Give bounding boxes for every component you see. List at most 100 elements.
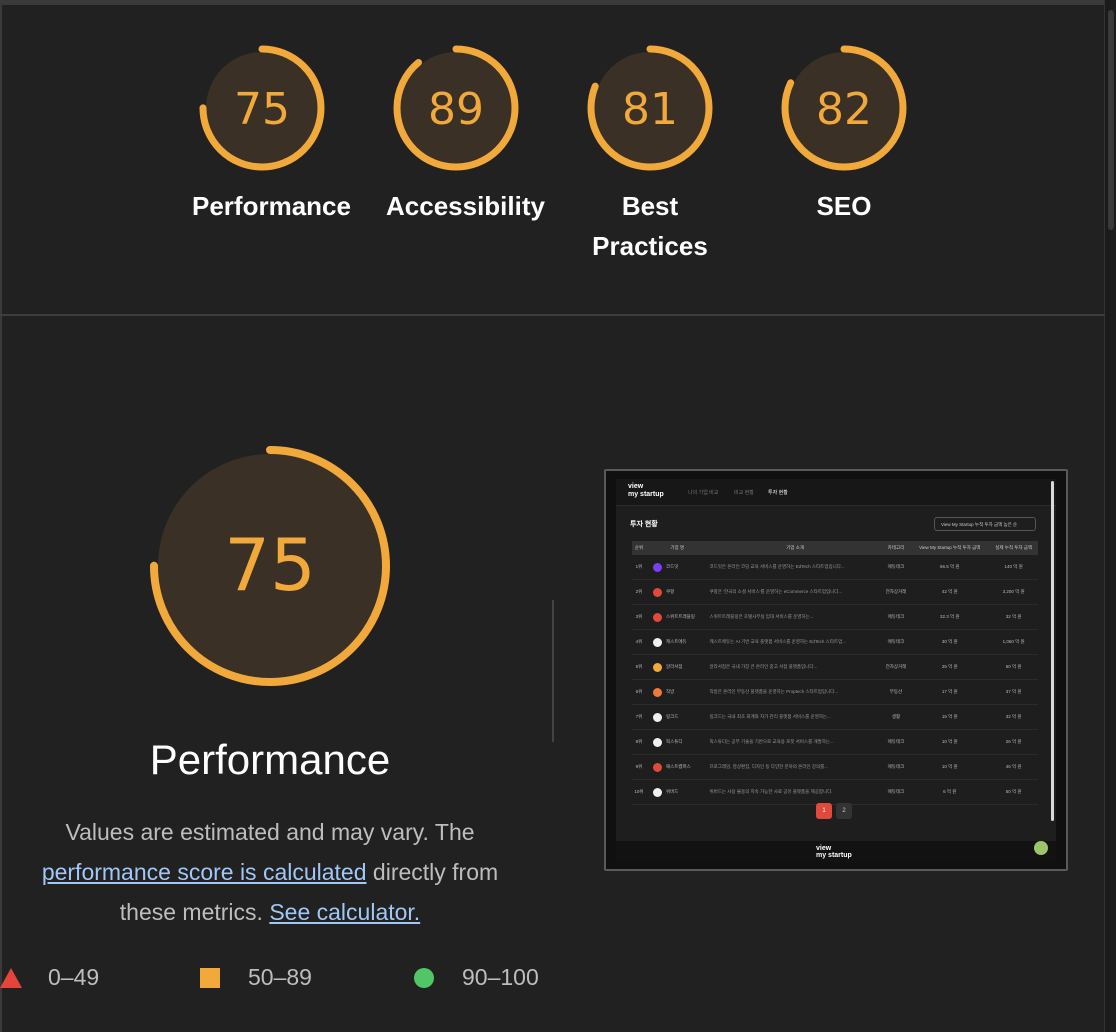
screenshot-nav-item: 투자 현황 xyxy=(768,490,788,496)
legend-fail: 0–49 xyxy=(0,964,99,991)
cell-desc: 링크드는 국내 최초 회계와 자가 관리 플랫폼 서비스를 운영하는... xyxy=(708,704,882,730)
screenshot-footer-logo: view my startup xyxy=(816,845,852,859)
company-name: 알라서점 xyxy=(665,664,683,669)
cell-category: 전자상거래 xyxy=(881,654,911,680)
gauge-performance[interactable]: 75 Performance xyxy=(192,42,351,226)
cell-rank: 3위 xyxy=(632,604,646,630)
table-row: 4위 캐스트에듀 캐스트에듀는 AI 기반 교육 플랫폼 서비스를 운영하는 EdT… xyxy=(632,629,1038,655)
cell-real-investment: 26 억 원 xyxy=(989,729,1038,755)
left-border xyxy=(0,0,2,1032)
company-logo-icon xyxy=(652,587,662,597)
gauge-label: SEO xyxy=(816,191,872,221)
table-row: 6위 직방 직방은 온라인 부동산 플랫폼을 운영하는 Proptech 스타트업입… xyxy=(632,679,1038,705)
screenshot-page-title: 투자 현황 xyxy=(630,521,658,528)
legend-pass: 90–100 xyxy=(414,964,539,991)
company-name: 코드잇 xyxy=(665,564,679,569)
cell-name: 픽스튜디 xyxy=(645,729,709,755)
cell-real-investment: 140 억 원 xyxy=(989,555,1038,580)
cell-category: 에듀테크 xyxy=(881,779,911,805)
cell-name: 코드잇 xyxy=(645,555,709,580)
gauge-label: Performance xyxy=(192,191,351,221)
table-row: 7위 링크드 링크드는 국내 최초 회계와 자가 관리 플랫폼 서비스를 운영하는.… xyxy=(632,704,1038,730)
legend-pass-label: 90–100 xyxy=(462,964,539,990)
cell-desc: 알라서점은 국내 가장 큰 온라인 중고 서점 플랫폼입니다... xyxy=(708,654,882,680)
company-name: 직방 xyxy=(665,689,675,694)
screenshot-pagination: 1 2 xyxy=(816,803,852,819)
cell-rank: 6위 xyxy=(632,679,646,705)
gauge-score: 82 xyxy=(816,84,872,135)
scrollbar-thumb[interactable] xyxy=(1108,10,1114,230)
page-button: 1 xyxy=(816,803,832,819)
company-name: 스위트트래블링 xyxy=(665,614,695,619)
gauge-ring: 82 xyxy=(781,45,907,171)
cell-desc: 스위트트래블링은 호텔사무실 임대 서비스를 운영하는... xyxy=(708,604,882,630)
gauge-score: 81 xyxy=(622,84,678,135)
cell-real-investment: 46 억 원 xyxy=(989,754,1038,780)
cell-rank: 4위 xyxy=(632,629,646,655)
company-name: 픽스튜디 xyxy=(665,739,683,744)
cell-rank: 8위 xyxy=(632,729,646,755)
gauge-score: 75 xyxy=(234,84,290,135)
company-logo-icon xyxy=(652,637,662,647)
see-calculator-link[interactable]: See calculator. xyxy=(269,899,420,925)
cell-real-investment: 1,060 억 원 xyxy=(989,629,1038,655)
performance-description: Values are estimated and may vary. The p… xyxy=(20,812,520,932)
gauge-label: Accessibility xyxy=(386,191,545,221)
gauge-seo[interactable]: 82 SEO xyxy=(774,42,914,226)
cell-name: 알라서점 xyxy=(645,654,709,680)
legend-fail-label: 0–49 xyxy=(48,964,100,990)
cell-category: 에듀테크 xyxy=(881,754,911,780)
screenshot-nav-item: 비교 현황 xyxy=(734,490,754,496)
screenshot-avatar xyxy=(1034,841,1048,855)
logo-line: my startup xyxy=(628,491,664,498)
company-name: 위버드 xyxy=(665,789,679,794)
scrollbar[interactable] xyxy=(1104,0,1116,1032)
cell-vms-investment: 6 억 원 xyxy=(910,779,990,805)
cell-vms-investment: 10 억 원 xyxy=(910,729,990,755)
cell-vms-investment: 15 억 원 xyxy=(910,704,990,730)
screenshot-footer: view my startup xyxy=(616,841,1056,863)
triangle-icon xyxy=(0,967,22,988)
gauge-accessibility[interactable]: 89 Accessibility xyxy=(386,42,545,226)
page-button: 2 xyxy=(836,803,852,819)
cell-name: 직방 xyxy=(645,679,709,705)
cell-vms-investment: 25 억 원 xyxy=(910,654,990,680)
gauge-ring: 89 xyxy=(393,45,519,171)
cell-rank: 10위 xyxy=(632,779,646,805)
cell-category: 전자상거래 xyxy=(881,579,911,605)
cell-name: 쿠팡 xyxy=(645,579,709,605)
score-calculated-link[interactable]: performance score is calculated xyxy=(42,859,367,885)
cell-rank: 1위 xyxy=(632,555,646,580)
circle-icon xyxy=(414,967,434,988)
company-logo-icon xyxy=(652,562,662,572)
gauge-ring-large: 75 xyxy=(150,446,390,686)
cell-rank: 9위 xyxy=(632,754,646,780)
final-screenshot[interactable]: view my startup 나의 기업 비교 비교 현황 투자 현황 투자 … xyxy=(604,469,1068,871)
table-row: 9위 패스트캠퍼스 프로그래밍, 영상편집, 디자인 등 다양한 분야의 온라인 강… xyxy=(632,754,1038,780)
top-border xyxy=(0,0,1116,5)
table-row: 8위 픽스튜디 픽스튜디는 공부 기술을 기반으로 교육용 로봇 서비스를 개발하는… xyxy=(632,729,1038,755)
vertical-separator xyxy=(552,600,554,742)
screenshot-nav: view my startup 나의 기업 비교 비교 현황 투자 현황 xyxy=(616,479,1056,506)
cell-real-investment: 50 억 원 xyxy=(989,779,1038,805)
cell-desc: 프로그래밍, 영상편집, 디자인 등 다양한 분야의 온라인 강의를... xyxy=(708,754,882,780)
cell-vms-investment: 30 억 원 xyxy=(910,629,990,655)
screenshot-sort-dropdown: View My Startup 누적 투자 금액 높은 순 xyxy=(934,517,1036,531)
performance-score-large: 75 xyxy=(224,523,316,607)
section-divider xyxy=(0,314,1105,316)
company-name: 캐스트에듀 xyxy=(665,639,687,644)
company-name: 패스트캠퍼스 xyxy=(665,764,691,769)
company-logo-icon xyxy=(652,762,662,772)
cell-vms-investment: 42 억 원 xyxy=(910,579,990,605)
table-row: 1위 코드잇 코드잇은 온라인 코딩 교육 서비스를 운영하는 EdTech 스타트… xyxy=(632,555,1038,580)
company-logo-icon xyxy=(652,787,662,797)
gauge-label-line: Best xyxy=(621,191,679,221)
table-row: 2위 쿠팡 쿠팡은 '한국의 소셜 서비스'를 운영하는 eCommerce 스타트… xyxy=(632,579,1038,605)
cell-real-investment: 3,200 억 원 xyxy=(989,579,1038,605)
logo-line: view xyxy=(816,845,832,852)
gauge-best-practices[interactable]: 81 Best Practices xyxy=(580,42,720,266)
cell-name: 패스트캠퍼스 xyxy=(645,754,709,780)
performance-title: Performance xyxy=(149,736,391,783)
cell-real-investment: 32 억 원 xyxy=(989,704,1038,730)
table-header: View My Startup 누적 투자 금액 xyxy=(910,541,990,555)
